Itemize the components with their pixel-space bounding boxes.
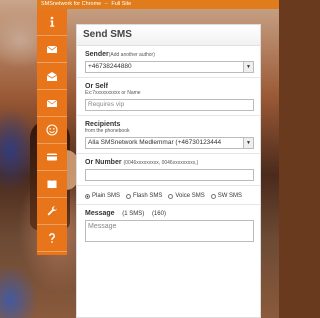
- title-separator: –: [104, 1, 108, 7]
- wrench-icon: [47, 206, 57, 216]
- flash-sms-radio[interactable]: Flash SMS: [126, 193, 162, 199]
- or-number-hint: (0046xxxxxxxxx, 0046xxxxxxxxx,): [123, 160, 199, 166]
- recipients-label: Recipients: [85, 121, 121, 128]
- plain-sms-label: Plain SMS: [92, 193, 121, 199]
- envelope-send-icon: [46, 45, 58, 53]
- credit-card-icon: [47, 153, 57, 161]
- app-title: SMSnetwork for Chrome: [41, 1, 102, 7]
- sms-type-group: Plain SMS Flash SMS Voice SMS SW SMS: [85, 193, 254, 199]
- recipients-hint: from the phonebook: [85, 128, 130, 134]
- radio-checked-icon: [85, 193, 90, 199]
- sidebar-item-credits[interactable]: [37, 144, 67, 171]
- sidebar-item-inbox[interactable]: [37, 63, 67, 90]
- top-bar: SMSnetwork for Chrome – Full Site: [37, 0, 279, 9]
- sidebar-item-send[interactable]: [37, 36, 67, 63]
- char-count: (160): [151, 211, 166, 217]
- sw-sms-label: SW SMS: [217, 193, 243, 199]
- sender-section: Sender(Add another author) +46738244880 …: [77, 46, 260, 78]
- voice-sms-label: Voice SMS: [175, 193, 205, 199]
- message-label: Message: [85, 210, 115, 217]
- sender-select[interactable]: +46738244880 ▼: [85, 61, 254, 73]
- radio-icon: [168, 193, 174, 199]
- sidebar-item-settings[interactable]: [37, 198, 67, 225]
- plain-sms-radio[interactable]: Plain SMS: [85, 193, 120, 199]
- flash-sms-label: Flash SMS: [133, 193, 163, 199]
- or-number-label: Or Number: [85, 159, 122, 166]
- sidebar-item-help[interactable]: [37, 225, 67, 252]
- sidebar-item-smileys[interactable]: [37, 117, 67, 144]
- sms-type-section: Plain SMS Flash SMS Voice SMS SW SMS: [77, 186, 260, 205]
- recipients-value: Alla SMSnetwork Medlemmar (+46730123444: [88, 139, 222, 146]
- sidebar-item-info[interactable]: [37, 9, 67, 36]
- message-textarea[interactable]: Message: [85, 220, 254, 242]
- sw-sms-radio[interactable]: SW SMS: [210, 193, 243, 199]
- sender-value: +46738244880: [88, 63, 132, 70]
- smiley-icon: [46, 124, 58, 136]
- or-self-input[interactable]: Requires vip: [85, 99, 254, 111]
- recipients-select[interactable]: Alla SMSnetwork Medlemmar (+46730123444 …: [85, 137, 254, 149]
- book-icon: [47, 180, 57, 189]
- or-self-label: Or Self: [85, 83, 108, 90]
- full-site-link[interactable]: Full Site: [111, 1, 131, 7]
- radio-icon: [126, 193, 132, 199]
- or-self-hint: Ex:7xxxxxxxxxx or Name: [85, 90, 141, 96]
- envelope-open-icon: [46, 72, 58, 81]
- voice-sms-radio[interactable]: Voice SMS: [168, 193, 205, 199]
- question-icon: [49, 233, 55, 243]
- sms-count: (1 SMS): [122, 211, 145, 217]
- chevron-down-icon: ▼: [243, 138, 253, 148]
- or-number-input[interactable]: [85, 169, 254, 181]
- chevron-down-icon: ▼: [243, 62, 253, 72]
- radio-icon: [210, 193, 216, 199]
- sidebar-item-messages[interactable]: [37, 90, 67, 117]
- message-section: Message (1 SMS) (160) Message: [77, 205, 260, 246]
- info-icon: [50, 16, 55, 27]
- envelope-icon: [46, 99, 58, 107]
- add-author-link[interactable]: (Add another author): [109, 52, 155, 58]
- recipients-section: Recipients from the phonebook Alla SMSne…: [77, 116, 260, 154]
- or-self-section: Or Self Ex:7xxxxxxxxxx or Name Requires …: [77, 78, 260, 116]
- page-title: Send SMS: [77, 25, 260, 46]
- sidebar-item-phonebook[interactable]: [37, 171, 67, 198]
- sidebar: [37, 9, 67, 255]
- send-sms-panel: Send SMS Sender(Add another author) +467…: [76, 24, 261, 318]
- sender-label: Sender: [85, 51, 109, 58]
- or-number-section: Or Number (0046xxxxxxxxx, 0046xxxxxxxxx,…: [77, 154, 260, 186]
